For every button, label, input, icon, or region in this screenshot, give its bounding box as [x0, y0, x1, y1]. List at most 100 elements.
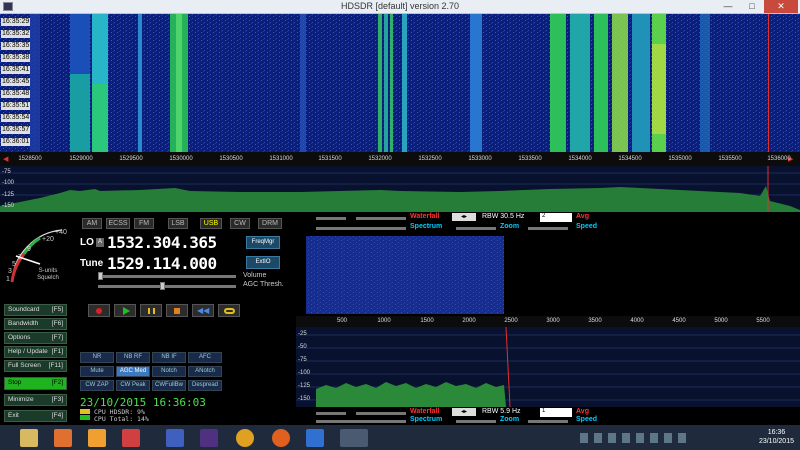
s-meter-mark: +40	[55, 229, 67, 236]
hotkey-label: [F5]	[51, 306, 63, 313]
despread-button[interactable]: Despread	[188, 380, 222, 391]
audio-spectrum[interactable]: -25 -50 -75 -100 -125 -150	[296, 326, 800, 408]
waterfall-contrast-slider[interactable]	[356, 217, 406, 220]
cpu-total-label: CPU Total: 14%	[94, 415, 149, 423]
extio-button[interactable]: ExtIO	[246, 256, 280, 269]
waterfall-arrows[interactable]: ◂▸	[452, 213, 476, 221]
waterfall-time-label: 16:35:32	[1, 30, 31, 38]
zoom-label: Zoom	[500, 223, 520, 230]
waterfall-label: Waterfall	[410, 213, 440, 220]
agc-med-button[interactable]: AGC Med	[116, 366, 150, 377]
pause-button[interactable]	[140, 304, 162, 317]
firefox-icon[interactable]	[272, 429, 290, 447]
close-button[interactable]: ✕	[764, 0, 798, 13]
waterfall-time-label: 16:35:29	[1, 18, 31, 26]
mode-drm-button[interactable]: DRM	[258, 218, 282, 229]
afc-button[interactable]: AFC	[188, 352, 222, 363]
stop-button[interactable]: Stop [F2]	[4, 377, 67, 390]
audio-waterfall[interactable]	[296, 234, 800, 316]
frequency-tick: 1530000	[169, 156, 193, 162]
nr-button[interactable]: NR	[80, 352, 114, 363]
agc-threshold-slider[interactable]	[98, 285, 236, 288]
waterfall-time-label: 16:35:35	[1, 42, 31, 50]
hotkey-label: [F11]	[48, 362, 63, 369]
speed-slider[interactable]	[528, 227, 568, 230]
office-icon[interactable]	[54, 429, 72, 447]
cw-peak-button[interactable]: CW Peak	[116, 380, 150, 391]
vpn-app-icon[interactable]	[306, 429, 324, 447]
stop-transport-button[interactable]	[166, 304, 188, 317]
freqmgr-button[interactable]: FreqMgr	[246, 236, 280, 249]
frequency-tick: 1532500	[418, 156, 442, 162]
audio-frequency-tick: 2000	[462, 318, 476, 324]
rewind-button[interactable]: ◀◀	[192, 304, 214, 317]
mode-am-button[interactable]: AM	[82, 218, 102, 229]
lo-frequency[interactable]: 1532.304.365	[107, 233, 217, 252]
lo-label: LO	[80, 237, 94, 248]
file-explorer-icon[interactable]	[20, 429, 38, 447]
video-app-icon[interactable]	[122, 429, 140, 447]
soundcard-button[interactable]: Soundcard [F5]	[4, 304, 67, 316]
nb-if-button[interactable]: NB IF	[152, 352, 186, 363]
minimize-button[interactable]: —	[716, 0, 740, 13]
mode-usb-button[interactable]: USB	[200, 218, 222, 229]
mode-fm-button[interactable]: FM	[134, 218, 154, 229]
clock-time: 16:36	[767, 429, 786, 436]
mute-button[interactable]: Mute	[80, 366, 114, 377]
lo-badge[interactable]: A	[96, 238, 104, 247]
play-button[interactable]	[114, 304, 136, 317]
nb-rf-button[interactable]: NB RF	[116, 352, 150, 363]
button-label: Bandwidth	[8, 320, 39, 327]
record-button[interactable]	[88, 304, 110, 317]
audio-spectrum-controls: Waterfall ◂▸ RBW 5.9 Hz 1 Avg Spectrum Z…	[296, 407, 800, 425]
zoom-slider[interactable]	[456, 227, 496, 230]
media-player-icon[interactable]	[88, 429, 106, 447]
af-speed-slider[interactable]	[528, 420, 568, 423]
chrome-icon[interactable]	[166, 429, 184, 447]
af-avg-select[interactable]: 1	[540, 408, 572, 417]
avg-label: Avg	[576, 213, 589, 220]
cw-fullbw-button[interactable]: CWFullBw	[152, 380, 186, 391]
af-spectrum-slider[interactable]	[316, 420, 406, 423]
s-meter-mark: 1	[6, 276, 10, 283]
af-waterfall-arrows[interactable]: ◂▸	[452, 408, 476, 416]
system-tray[interactable]	[580, 433, 690, 443]
notch-button[interactable]: Notch	[152, 366, 186, 377]
mode-cw-button[interactable]: CW	[230, 218, 250, 229]
agc-threshold-knob[interactable]	[160, 282, 165, 290]
cw-zap-button[interactable]: CW ZAP	[80, 380, 114, 391]
minimize-app-button[interactable]: Minimize [F3]	[4, 394, 67, 406]
spectrum-slider[interactable]	[316, 227, 406, 230]
volume-slider-knob[interactable]	[98, 272, 103, 280]
rf-waterfall[interactable]: 16:35:29 16:35:32 16:35:35 16:35:38 16:3…	[0, 14, 800, 152]
maximize-button[interactable]: □	[740, 0, 764, 13]
spectrum-db-label: -75	[2, 169, 11, 175]
mode-lsb-button[interactable]: LSB	[168, 218, 188, 229]
tune-frequency[interactable]: 1529.114.000	[107, 254, 217, 273]
full-screen-button[interactable]: Full Screen [F11]	[4, 360, 67, 372]
avg-select[interactable]: 2	[540, 213, 572, 222]
anotch-button[interactable]: ANotch	[188, 366, 222, 377]
af-waterfall-contrast-slider[interactable]	[356, 412, 406, 415]
scroll-left-icon[interactable]: ◀	[3, 155, 8, 163]
s-meter-label: S-units Squelch	[37, 268, 59, 281]
mode-ecss-button[interactable]: ECSS	[106, 218, 130, 229]
af-zoom-slider[interactable]	[456, 420, 496, 423]
bandwidth-button[interactable]: Bandwidth [F6]	[4, 318, 67, 330]
color-app-icon[interactable]	[236, 429, 254, 447]
frequency-axis[interactable]: ◀ ▶ 1528500 1529000 1529500 1530000 1530…	[0, 152, 800, 166]
paint-app-icon[interactable]	[200, 429, 218, 447]
af-waterfall-brightness-slider[interactable]	[316, 412, 346, 415]
af-speed-label: Speed	[576, 416, 598, 423]
waterfall-brightness-slider[interactable]	[316, 217, 346, 220]
spectrum-db-label: -100	[2, 180, 15, 186]
exit-button[interactable]: Exit [F4]	[4, 410, 67, 422]
options-button[interactable]: Options [F7]	[4, 332, 67, 344]
help-update-button[interactable]: Help / Update [F1]	[4, 346, 67, 358]
taskbar-clock[interactable]: 16:36 23/10/2015	[759, 428, 794, 446]
volume-slider[interactable]	[98, 275, 236, 278]
hdsdr-taskbar-icon[interactable]	[340, 429, 368, 447]
hotkey-label: [F7]	[51, 334, 63, 341]
loop-button[interactable]	[218, 304, 240, 317]
rf-spectrum[interactable]: -75 -100 -125 -150	[0, 166, 800, 212]
